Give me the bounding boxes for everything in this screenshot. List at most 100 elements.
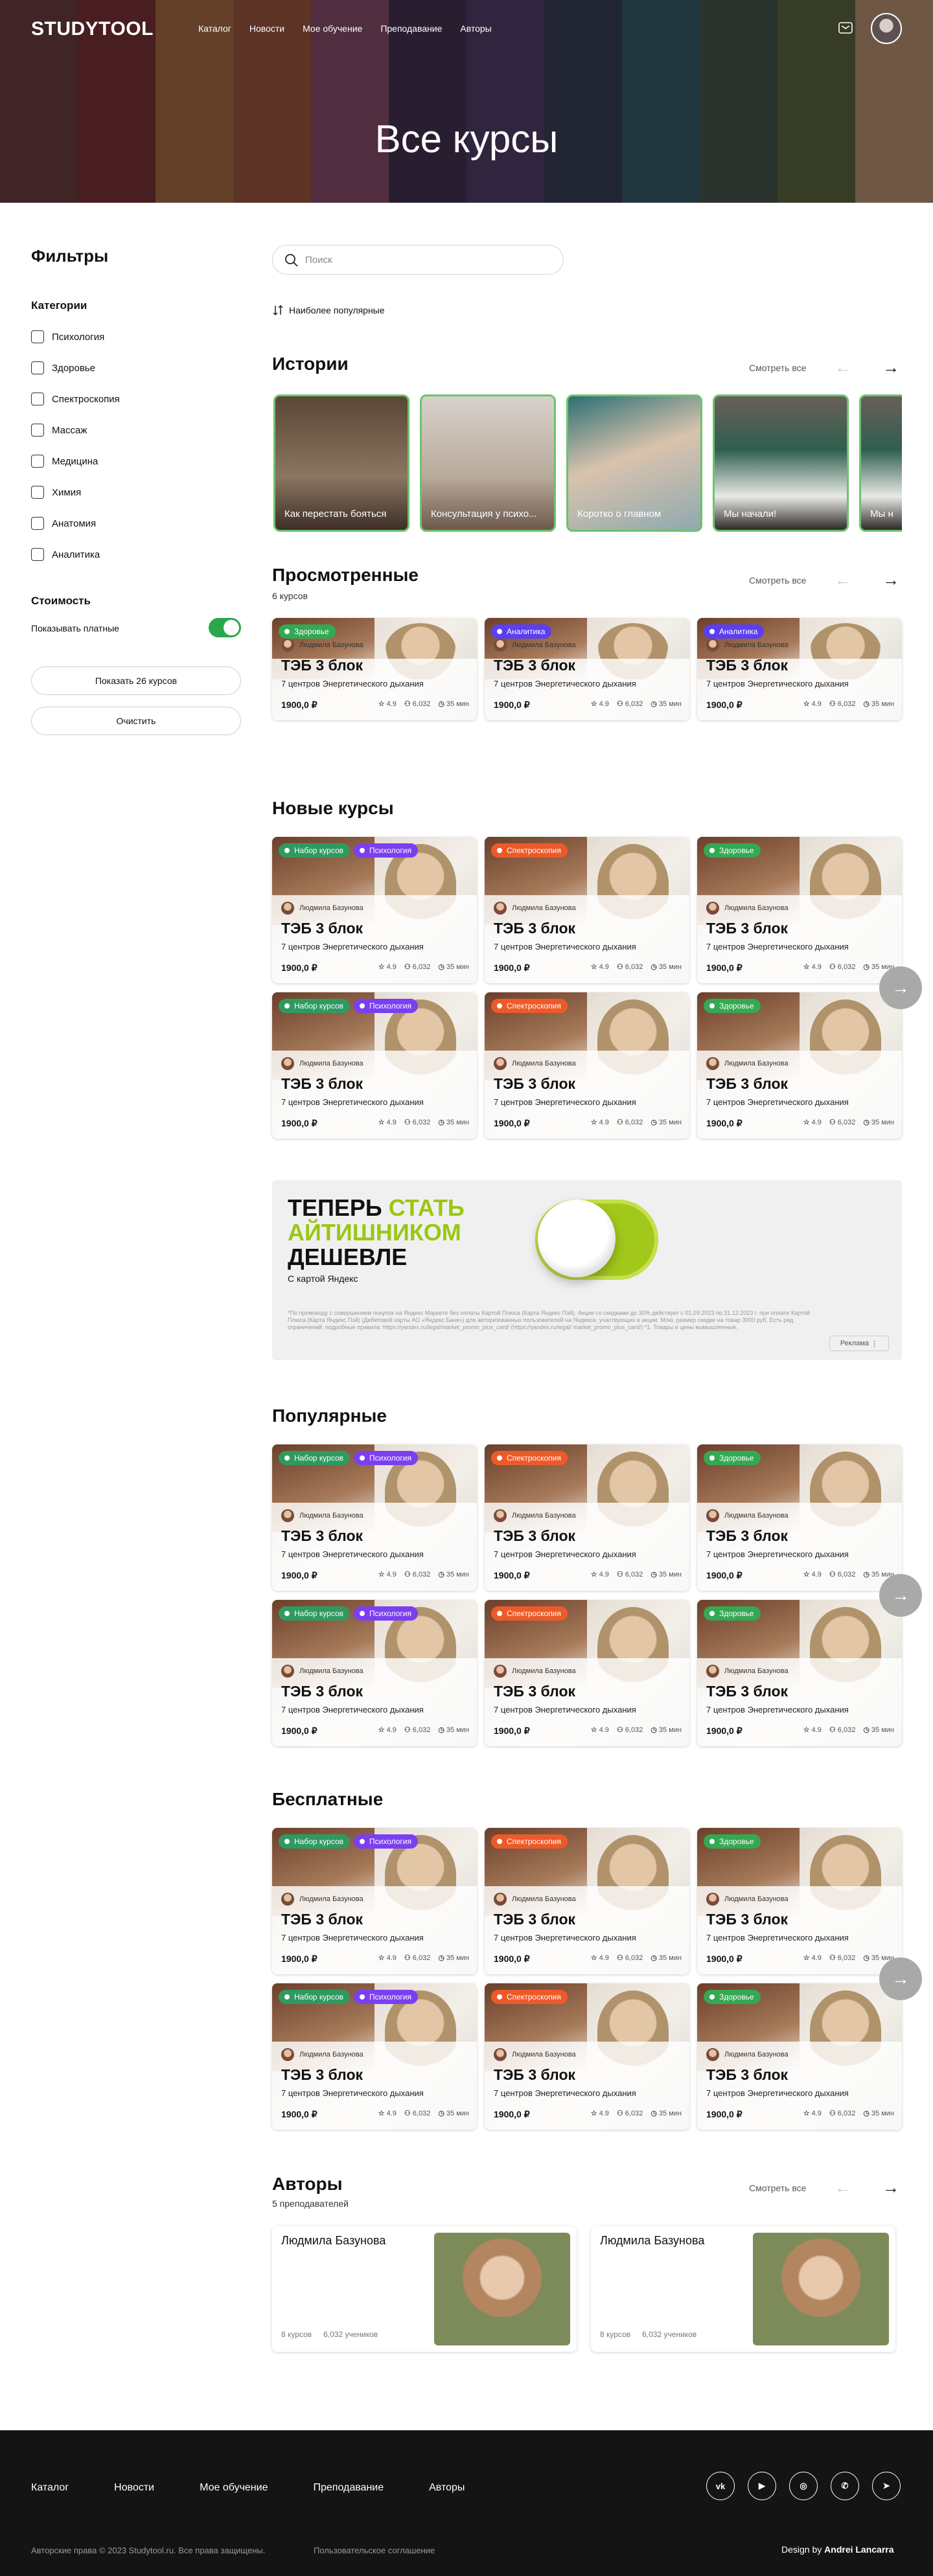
nav-teaching[interactable]: Преподавание: [380, 23, 442, 34]
course-title: ТЭБ 3 блок: [706, 920, 789, 937]
footer-nav-news[interactable]: Новости: [114, 2482, 154, 2494]
author-card[interactable]: Людмила Базунова 8 курсов 6,032 учеников: [591, 2226, 895, 2352]
youtube-icon[interactable]: ▶: [748, 2472, 776, 2500]
star-icon: ☆: [590, 700, 597, 708]
nav-authors[interactable]: Авторы: [460, 23, 491, 34]
category-health[interactable]: Здоровье: [31, 352, 241, 383]
course-card[interactable]: Здоровье Людмила Базунова ТЭБ 3 блок 7 ц…: [272, 618, 477, 720]
course-card[interactable]: Здоровье Людмила Базунова ТЭБ 3 блок 7 ц…: [697, 837, 902, 983]
clear-filters-button[interactable]: Очистить: [31, 707, 241, 735]
category-spectroscopy[interactable]: Спектроскопия: [31, 383, 241, 415]
checkbox[interactable]: [31, 517, 44, 530]
course-price: 1900,0 ₽: [494, 1118, 530, 1128]
popular-next-button[interactable]: →: [879, 1574, 922, 1617]
course-card[interactable]: Набор курсов Психология Людмила Базунова …: [272, 837, 477, 983]
course-card[interactable]: Спектроскопия Людмила Базунова ТЭБ 3 бло…: [485, 1983, 689, 2130]
author-card[interactable]: Людмила Базунова 8 курсов 6,032 учеников: [272, 2226, 577, 2352]
course-card[interactable]: Спектроскопия Людмила Базунова ТЭБ 3 бло…: [485, 1828, 689, 1974]
course-card[interactable]: Здоровье Людмила Базунова ТЭБ 3 блок 7 ц…: [697, 1828, 902, 1974]
students: ⚇ 6,032: [829, 1726, 856, 1735]
ad-banner[interactable]: ТЕПЕРЬ СТАТЬ АЙТИШНИКОМ ДЕШЕВЛЕ С картой…: [272, 1180, 902, 1360]
nav-my-learning[interactable]: Мое обучение: [303, 23, 362, 34]
course-card[interactable]: Набор курсов Психология Людмила Базунова …: [272, 1983, 477, 2130]
story-card[interactable]: Мы начали!: [713, 394, 849, 532]
story-card[interactable]: Консультация у психо...: [420, 394, 556, 532]
stories-next-arrow-icon[interactable]: →: [882, 358, 899, 378]
course-card[interactable]: Спектроскопия Людмила Базунова ТЭБ 3 бло…: [485, 1600, 689, 1746]
logo[interactable]: STUDYTOOL: [31, 18, 154, 40]
course-card[interactable]: Набор курсов Психология Людмила Базунова …: [272, 1600, 477, 1746]
search-input[interactable]: Поиск: [272, 245, 564, 275]
footer-nav-authors[interactable]: Авторы: [429, 2482, 465, 2494]
rating: ☆ 4.9: [590, 700, 609, 709]
category-chemistry[interactable]: Химия: [31, 477, 241, 508]
course-card[interactable]: Спектроскопия Людмила Базунова ТЭБ 3 бло…: [485, 1444, 689, 1591]
course-card[interactable]: Аналитика Людмила Базунова ТЭБ 3 блок 7 …: [697, 618, 902, 720]
viewed-next-arrow-icon[interactable]: →: [882, 570, 899, 590]
sort-dropdown[interactable]: Наиболее популярные: [272, 304, 385, 316]
clock-icon: ◷: [438, 1119, 444, 1126]
ad-label[interactable]: Реклама ⋮: [829, 1336, 889, 1351]
checkbox[interactable]: [31, 548, 44, 561]
checkbox[interactable]: [31, 455, 44, 468]
course-meta: ☆ 4.9 ⚇ 6,032 ◷ 35 мин: [591, 963, 682, 972]
free-next-button[interactable]: →: [879, 1957, 922, 2000]
students: ⚇ 6,032: [616, 1726, 643, 1735]
show-paid-toggle[interactable]: [209, 618, 241, 637]
story-card[interactable]: Как перестать бояться: [273, 394, 409, 532]
course-card[interactable]: Спектроскопия Людмила Базунова ТЭБ 3 бло…: [485, 992, 689, 1139]
checkbox[interactable]: [31, 330, 44, 343]
category-massage[interactable]: Массаж: [31, 415, 241, 446]
category-psychology[interactable]: Психология: [31, 321, 241, 352]
nav-catalog[interactable]: Каталог: [198, 23, 231, 34]
stories-prev-arrow-icon[interactable]: ←: [835, 358, 851, 378]
course-card[interactable]: Набор курсов Психология Людмила Базунова …: [272, 1444, 477, 1591]
footer-nav-catalog[interactable]: Каталог: [31, 2482, 69, 2494]
rating: ☆ 4.9: [378, 1954, 397, 1963]
telegram-icon[interactable]: ➤: [872, 2472, 901, 2500]
authors-see-all[interactable]: Смотреть все: [749, 2183, 806, 2193]
checkbox[interactable]: [31, 393, 44, 405]
category-analytics[interactable]: Аналитика: [31, 539, 241, 570]
course-card[interactable]: Здоровье Людмила Базунова ТЭБ 3 блок 7 ц…: [697, 1600, 902, 1746]
course-card[interactable]: Здоровье Людмила Базунова ТЭБ 3 блок 7 ц…: [697, 1983, 902, 2130]
checkbox[interactable]: [31, 424, 44, 437]
course-card[interactable]: Здоровье Людмила Базунова ТЭБ 3 блок 7 ц…: [697, 1444, 902, 1591]
course-author: Людмила Базунова: [281, 2048, 363, 2061]
whatsapp-icon[interactable]: ✆: [831, 2472, 859, 2500]
nav-news[interactable]: Новости: [249, 23, 284, 34]
course-meta: ☆ 4.9 ⚇ 6,032 ◷ 35 мин: [378, 700, 469, 709]
stories-see-all[interactable]: Смотреть все: [749, 363, 806, 373]
course-subtitle: 7 центров Энергетического дыхания: [706, 1097, 849, 1107]
mail-icon[interactable]: [836, 18, 855, 38]
vk-icon[interactable]: vk: [706, 2472, 735, 2500]
course-card[interactable]: Спектроскопия Людмила Базунова ТЭБ 3 бло…: [485, 837, 689, 983]
footer: Каталог Новости Мое обучение Преподавани…: [0, 2430, 933, 2576]
course-card[interactable]: Аналитика Людмила Базунова ТЭБ 3 блок 7 …: [485, 618, 689, 720]
course-card[interactable]: Набор курсов Психология Людмила Базунова …: [272, 1828, 477, 1974]
instagram-icon[interactable]: ◎: [789, 2472, 818, 2500]
viewed-prev-arrow-icon[interactable]: ←: [835, 570, 851, 590]
checkbox[interactable]: [31, 361, 44, 374]
story-card[interactable]: Мы н: [859, 394, 902, 532]
terms-link[interactable]: Пользовательское соглашение: [314, 2546, 435, 2555]
author-avatar: [281, 902, 294, 915]
viewed-see-all[interactable]: Смотреть все: [749, 575, 806, 586]
new-courses-next-button[interactable]: →: [879, 966, 922, 1009]
show-courses-button[interactable]: Показать 26 курсов: [31, 667, 241, 695]
footer-nav-my-learning[interactable]: Мое обучение: [200, 2482, 268, 2494]
course-card[interactable]: Здоровье Людмила Базунова ТЭБ 3 блок 7 ц…: [697, 992, 902, 1139]
footer-nav-teaching[interactable]: Преподавание: [313, 2482, 384, 2494]
duration: ◷ 35 мин: [438, 1726, 469, 1735]
authors-next-arrow-icon[interactable]: →: [882, 2178, 899, 2198]
user-avatar[interactable]: [871, 13, 902, 44]
story-card[interactable]: Коротко о главном: [566, 394, 702, 532]
course-price: 1900,0 ₽: [706, 2109, 743, 2119]
clock-icon: ◷: [651, 963, 657, 971]
star-icon: ☆: [378, 1571, 385, 1579]
checkbox[interactable]: [31, 486, 44, 499]
course-card[interactable]: Набор курсов Психология Людмила Базунова …: [272, 992, 477, 1139]
category-anatomy[interactable]: Анатомия: [31, 508, 241, 539]
category-medicine[interactable]: Медицина: [31, 446, 241, 477]
authors-prev-arrow-icon[interactable]: ←: [835, 2178, 851, 2198]
